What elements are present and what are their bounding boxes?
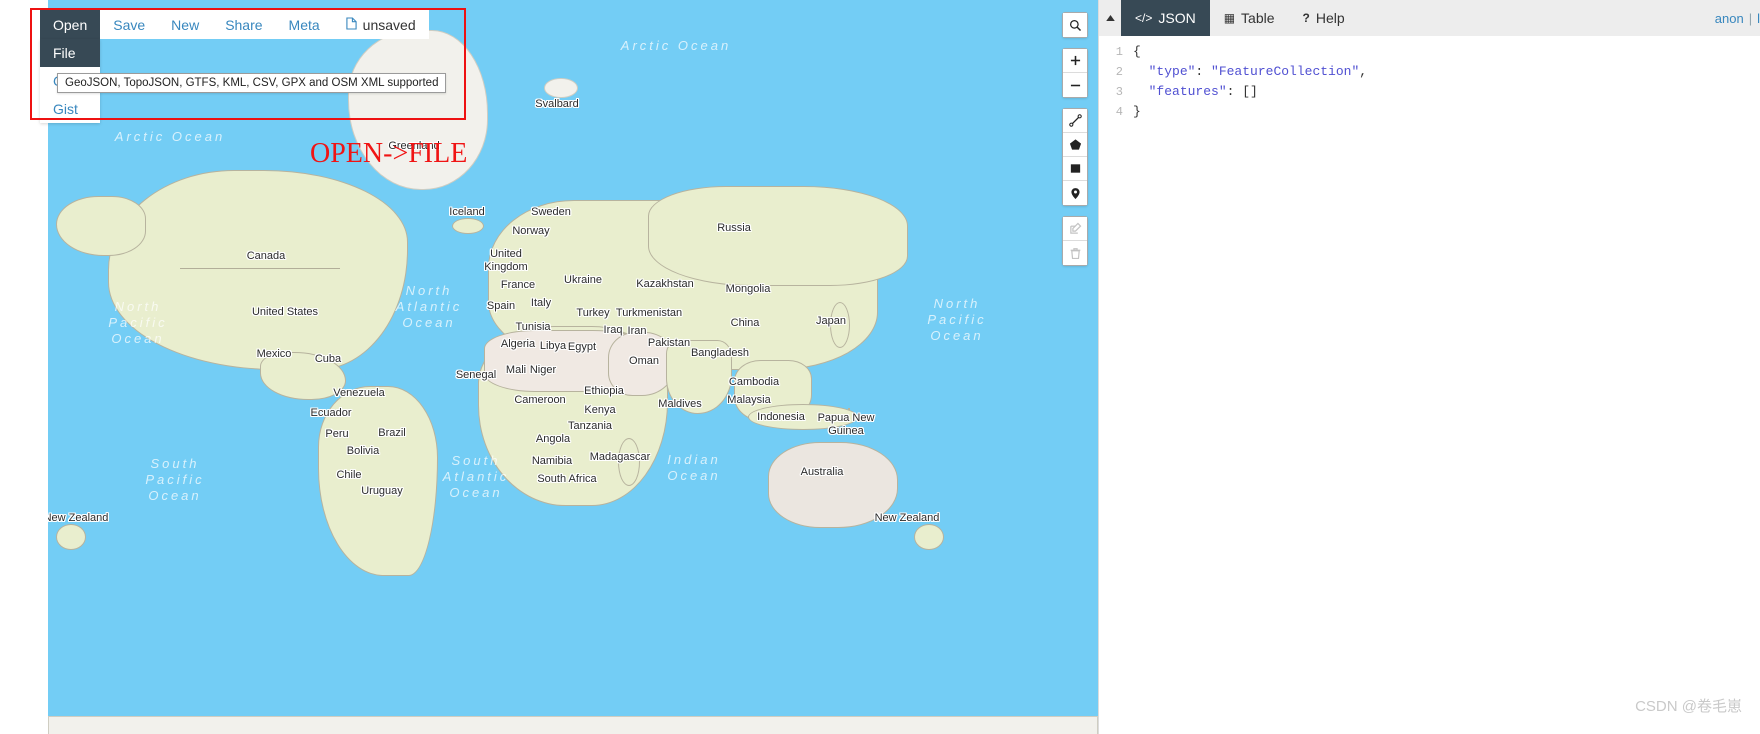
plus-icon[interactable]: [1063, 49, 1087, 73]
main-menubar[interactable]: Open Save New Share Meta unsaved: [40, 10, 429, 39]
landmass-papua-new-guinea: [848, 408, 850, 410]
table-icon: ▦: [1223, 11, 1236, 25]
toolbar-group-edit[interactable]: [1062, 216, 1088, 266]
draw-marker-icon[interactable]: [1063, 181, 1087, 205]
landmass-alaska: [56, 196, 146, 256]
json-code-area[interactable]: { "type": "FeatureCollection", "features…: [1129, 42, 1760, 734]
file-format-tooltip: GeoJSON, TopoJSON, GTFS, KML, CSV, GPX a…: [57, 73, 447, 93]
delete-layers-icon[interactable]: [1063, 241, 1087, 265]
map-canvas[interactable]: [48, 0, 1098, 734]
tab-json-label: JSON: [1158, 10, 1196, 26]
map-pane[interactable]: Arctic Ocean Arctic Ocean North Atlantic Oce…: [48, 0, 1098, 734]
menu-item-share[interactable]: Share: [212, 10, 276, 39]
account-area[interactable]: anon | l: [1715, 0, 1760, 36]
menu-item-save[interactable]: Save: [100, 10, 159, 39]
edit-layers-icon[interactable]: [1063, 217, 1087, 241]
toolbar-group-search[interactable]: [1062, 12, 1088, 38]
document-name-text: unsaved: [362, 16, 416, 33]
line-number-gutter: 1234: [1115, 45, 1123, 119]
dropdown-item-gist[interactable]: Gist: [40, 95, 100, 123]
search-icon[interactable]: [1063, 13, 1087, 37]
editor-tab-bar[interactable]: </> JSON ▦ Table ? Help anon | l: [1099, 0, 1760, 36]
landmass-australia: [768, 442, 898, 528]
draw-line-icon[interactable]: [1063, 109, 1087, 133]
border-usa-canada: [180, 268, 340, 269]
toolbar-group-draw[interactable]: [1062, 108, 1088, 206]
landmass-iceland: [452, 218, 484, 234]
landmass-north-america: [108, 170, 408, 370]
minus-icon[interactable]: [1063, 73, 1087, 97]
landmass-new-zealand-left: [56, 524, 86, 550]
menu-item-meta[interactable]: Meta: [275, 10, 333, 39]
menu-item-open[interactable]: Open: [40, 10, 101, 39]
geojson-editor-app: Arctic Ocean Arctic Ocean North Atlantic Oce…: [0, 0, 1760, 734]
draw-rectangle-icon[interactable]: [1063, 157, 1087, 181]
file-icon: [346, 16, 357, 33]
landmass-japan: [830, 302, 850, 348]
json-editor[interactable]: 1234 { "type": "FeatureCollection", "fea…: [1099, 36, 1760, 734]
help-icon: ?: [1302, 11, 1310, 25]
chevron-up-icon[interactable]: [1099, 0, 1121, 36]
draw-polygon-icon[interactable]: [1063, 133, 1087, 157]
editor-pane: </> JSON ▦ Table ? Help anon | l 1234 { …: [1098, 0, 1760, 734]
landmass-madagascar: [618, 438, 640, 486]
account-separator: |: [1748, 10, 1753, 26]
tab-help-label: Help: [1315, 10, 1345, 26]
map-toolbar[interactable]: [1062, 12, 1088, 266]
landmass-indonesia: [748, 404, 858, 430]
landmass-antarctica-edge: [48, 716, 1098, 734]
tab-table-label: Table: [1241, 10, 1275, 26]
landmass-svalbard: [544, 78, 578, 98]
menu-item-new[interactable]: New: [158, 10, 213, 39]
tab-table[interactable]: ▦ Table: [1209, 0, 1289, 36]
tab-help[interactable]: ? Help: [1288, 0, 1359, 36]
document-name-display: unsaved: [332, 10, 429, 39]
code-icon: </>: [1135, 11, 1153, 25]
account-user-label[interactable]: anon: [1715, 11, 1744, 26]
landmass-siberia: [648, 186, 908, 286]
tab-json[interactable]: </> JSON: [1121, 0, 1210, 36]
landmass-new-zealand-right: [914, 524, 944, 550]
toolbar-group-zoom[interactable]: [1062, 48, 1088, 98]
dropdown-item-file[interactable]: File: [40, 39, 100, 67]
